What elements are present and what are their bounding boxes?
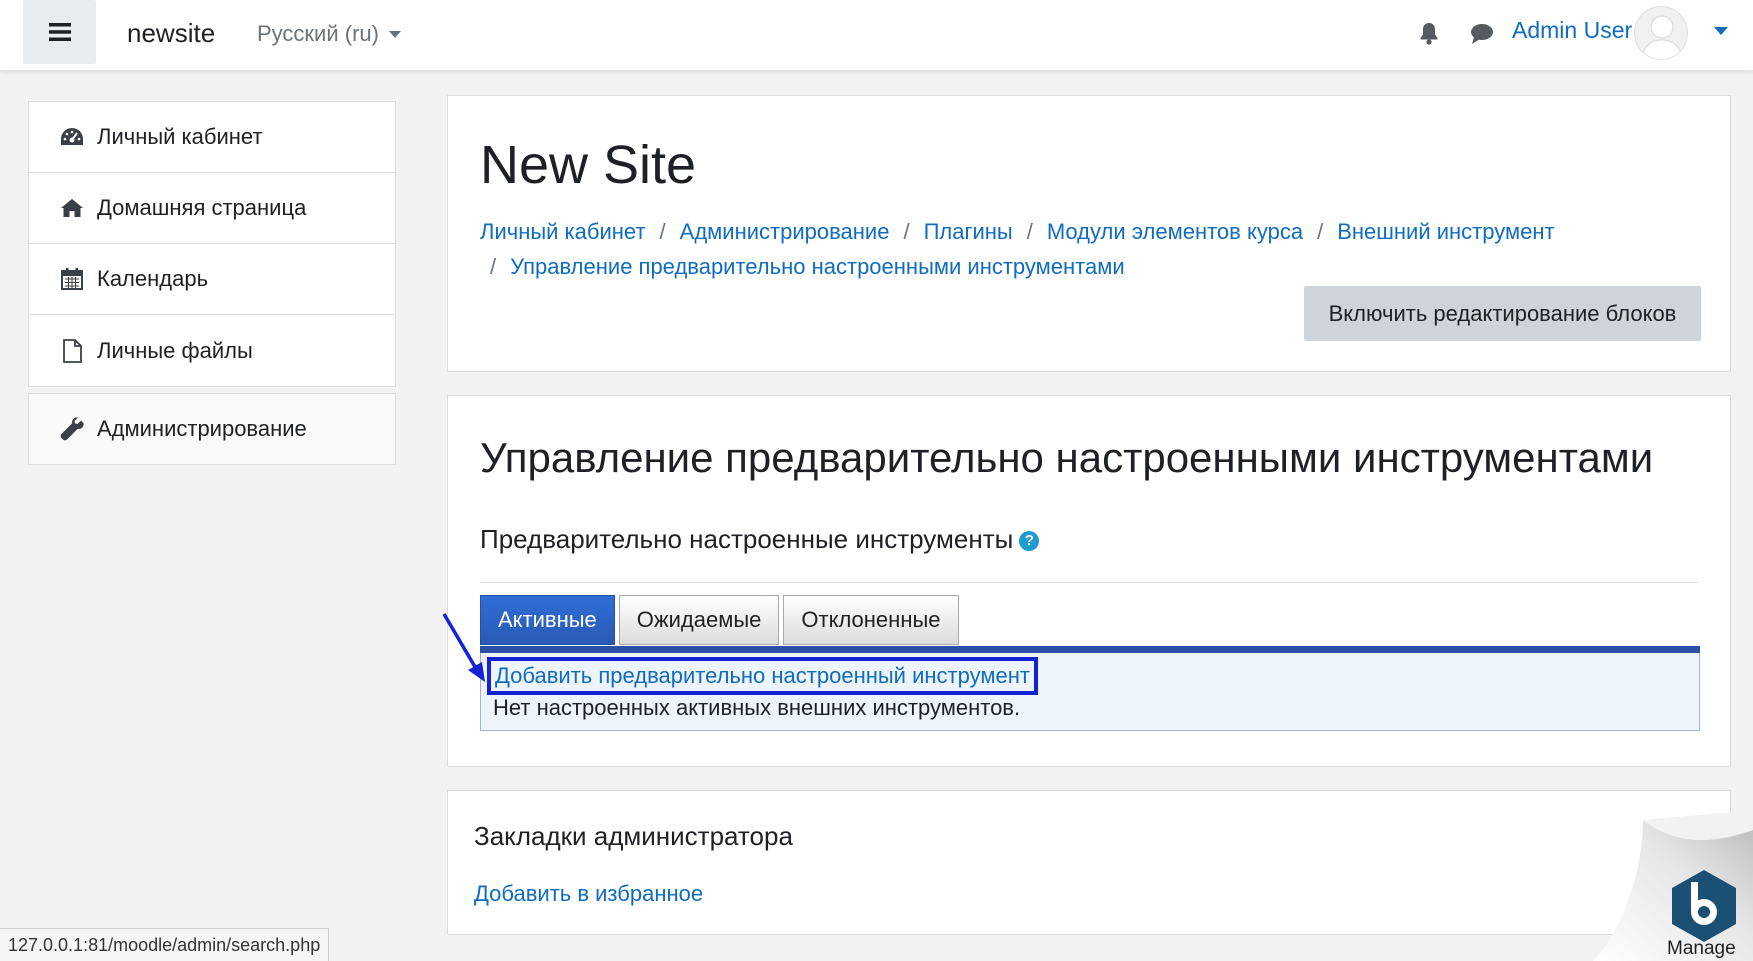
add-preconfigured-tool-link[interactable]: Добавить предварительно настроенный инст… (487, 657, 1038, 695)
page-title: New Site (480, 135, 697, 195)
add-bookmark-link[interactable]: Добавить в избранное (474, 881, 703, 907)
sidebar-item-calendar[interactable]: Календарь (29, 244, 395, 315)
tab-panel: Добавить предварительно настроенный инст… (480, 653, 1700, 731)
sidebar-item-label: Личный кабинет (97, 124, 263, 149)
block-title: Закладки администратора (474, 821, 793, 851)
user-menu-caret-icon[interactable] (1714, 27, 1728, 35)
breadcrumb-manage-tools[interactable]: Управление предварительно настроенными и… (510, 254, 1125, 279)
chevron-down-icon (388, 30, 401, 38)
tab-rejected[interactable]: Отклоненные (783, 595, 959, 645)
sidebar-item-files[interactable]: Личные файлы (29, 315, 395, 386)
breadcrumb: Личный кабинет / Администрирование / Плагины… (480, 214, 1710, 284)
wrench-icon (59, 416, 85, 442)
nav-main-group: Личный кабинет Домашняя страница Календа… (28, 101, 396, 387)
breadcrumb-separator: / (1026, 219, 1033, 244)
status-url-bar: 127.0.0.1:81/moodle/admin/search.php (0, 928, 330, 961)
breadcrumb-dashboard[interactable]: Личный кабинет (480, 219, 646, 244)
hamburger-icon (48, 23, 71, 41)
messages-button[interactable] (1470, 23, 1494, 50)
language-label: Русский (ru) (257, 21, 379, 46)
bell-icon (1420, 23, 1438, 45)
empty-message: Нет настроенных активных внешних инструм… (493, 695, 1021, 720)
main-content-card: Управление предварительно настроенными и… (447, 395, 1731, 767)
breadcrumb-external-tool[interactable]: Внешний инструмент (1337, 219, 1554, 244)
section-heading: Предварительно настроенные инструменты ? (480, 524, 1040, 555)
sidebar-item-administration[interactable]: Администрирование (29, 394, 395, 464)
sidebar-item-label: Домашняя страница (97, 195, 307, 220)
manage-logo-icon (1672, 870, 1736, 942)
manage-label[interactable]: Manage (1667, 938, 1736, 960)
language-menu[interactable]: Русский (ru) (257, 21, 401, 47)
notifications-button[interactable] (1418, 21, 1440, 50)
avatar[interactable] (1634, 6, 1688, 60)
breadcrumb-activity-modules[interactable]: Модули элементов курса (1047, 219, 1303, 244)
breadcrumb-separator: / (1317, 219, 1324, 244)
sidebar-item-label: Личные файлы (97, 337, 253, 363)
admin-bookmarks-block: Закладки администратора Добавить в избра… (447, 790, 1731, 935)
section-heading-text: Предварительно настроенные инструменты (480, 524, 1014, 554)
sidebar-item-label: Календарь (97, 266, 209, 291)
user-name[interactable]: Admin User (1512, 17, 1632, 44)
page-heading: Управление предварительно настроенными и… (480, 434, 1654, 481)
site-brand[interactable]: newsite (127, 18, 215, 49)
calendar-icon (59, 266, 85, 292)
nav-drawer: Личный кабинет Домашняя страница Календа… (28, 101, 396, 465)
sidebar-item-dashboard[interactable]: Личный кабинет (29, 102, 395, 173)
chat-icon (1471, 24, 1493, 44)
tab-pending[interactable]: Ожидаемые (618, 595, 780, 645)
user-avatar-icon (1640, 15, 1684, 59)
tab-underline-bar (480, 646, 1700, 653)
nav-admin-group: Администрирование (28, 393, 396, 465)
breadcrumb-separator: / (490, 254, 497, 279)
breadcrumb-separator: / (903, 219, 910, 244)
edit-blocks-button[interactable]: Включить редактирование блоков (1304, 286, 1701, 341)
breadcrumb-administration[interactable]: Администрирование (680, 219, 890, 244)
dashboard-icon (59, 124, 85, 150)
file-icon (59, 338, 85, 364)
top-navbar: newsite Русский (ru) Admin User (0, 0, 1753, 71)
page-header-card: New Site Личный кабинет / Администрировани… (447, 95, 1731, 372)
breadcrumb-plugins[interactable]: Плагины (924, 219, 1013, 244)
help-icon[interactable]: ? (1019, 530, 1040, 551)
sidebar-item-label: Администрирование (97, 416, 307, 441)
home-icon (59, 195, 85, 221)
divider (480, 582, 1699, 583)
breadcrumb-separator: / (659, 219, 666, 244)
sidebar-item-home[interactable]: Домашняя страница (29, 173, 395, 244)
tool-tabs: Активные Ожидаемые Отклоненные (480, 595, 959, 645)
menu-toggle-button[interactable] (23, 0, 96, 64)
tab-active[interactable]: Активные (480, 595, 615, 645)
annotation-arrow-icon (442, 613, 485, 682)
